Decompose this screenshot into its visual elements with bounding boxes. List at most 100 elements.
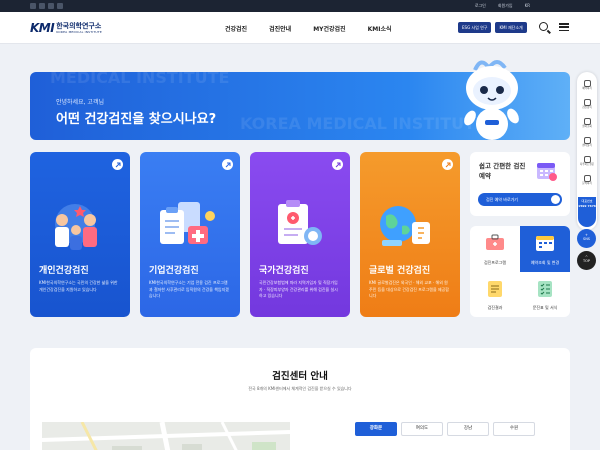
quick-menu-grid: 검진프로그램 예약조회 및 변경 검진결과 문진표 및 서식 [470,226,570,317]
logo-kmi: KMI [30,21,55,35]
naver-blog-icon[interactable] [30,3,36,9]
language-select[interactable]: KR [525,1,530,11]
quick-menu-questionnaire[interactable]: 문진표 및 서식 [520,272,570,318]
quick-menu-label: 검진프로그램 [483,259,507,265]
sidebar-item-label: 문의하기 [582,182,592,185]
sidebar-item-reserve[interactable]: 예약하기 [577,78,597,94]
card-title: 국가건강검진 [259,266,309,276]
search-icon[interactable] [539,22,548,31]
section-title: 검진센터 안내 [272,371,328,382]
sidebar-item-label: 센터찾기 [582,144,592,147]
nav-kmi-news[interactable]: KMI소식 [368,24,392,33]
center-guide-section: 검진센터 안내 전국 8개의 KMI센터에서 체계적인 검진을 받으실 수 있습… [30,348,570,450]
sidebar-item-checkup-items[interactable]: 검진항목 [577,97,597,113]
main-nav: 건강검진 검진안내 MY건강검진 KMI소식 [225,12,392,44]
foundation-button[interactable]: KMI 재단소개 [495,22,527,33]
top-utility-bar: 로그인 회원가입 KR [0,0,600,12]
quick-menu-label: 문진표 및 서식 [532,305,558,310]
medical-kit-icon [486,234,504,250]
reservation-box: 쉽고 간편한 검진예약 검진 예약 바로가기 [470,152,570,216]
list-icon [583,99,591,106]
quick-menu-checkup-result[interactable]: 검진결과 [470,272,520,318]
card-description: KMI 글로벌검진은 외국인 · 해외 교포 · 해외 원주민 등을 대상으로 … [369,280,449,298]
instagram-icon[interactable] [57,3,63,9]
hamburger-menu-icon[interactable] [559,23,569,31]
site-logo[interactable]: KMI 한국의학연구소 KOREA MEDICAL INSTITUTE [30,21,102,35]
card-title: 글로벌 건강검진 [369,266,431,276]
hero-greeting: 안녕하세요, 고객님 [56,99,104,106]
arrow-up-right-icon[interactable] [112,159,123,170]
hero-question: 어떤 건강검진을 찾으시나요? [56,112,217,127]
sidebar-item-label: 검진항목 [582,106,592,109]
arrow-up-right-icon[interactable] [222,159,233,170]
clipboard-illustration-icon [160,202,215,244]
nav-checkup-guide[interactable]: 검진안내 [269,24,291,33]
card-title: 기업건강검진 [149,266,199,276]
card-corporate-checkup[interactable]: 기업건강검진 KMI한국의학연구소는 기업 전용 검진 프로그램과 철저한 사후… [140,152,240,317]
calendar-icon [583,80,591,87]
medical-clipboard-illustration-icon [278,200,322,245]
sidebar-item-label: 예약하기 [582,87,592,90]
card-personal-checkup[interactable]: 개인건강검진 KMI한국의학연구소는 국민의 건강한 삶을 위한 개인건강검진을… [30,152,130,317]
tab-gwanghwamun[interactable]: 광화문 [355,422,397,436]
sidebar-item-results[interactable]: 결과조회 [577,116,597,132]
card-description: KMI한국의학연구소는 기업 전용 검진 프로그램과 철저한 사후관리로 임직원… [149,280,229,298]
globe-illustration-icon [380,206,430,246]
sns-links [30,3,63,9]
youtube-icon[interactable] [48,3,54,9]
phone-icon [583,175,591,182]
quick-menu-label: 검진결과 [487,305,503,310]
phone-number: 1599 7676 [578,204,596,208]
report-icon [488,280,502,297]
doctors-illustration-icon [55,204,97,250]
arrow-up-right-icon[interactable] [332,159,343,170]
arrow-right-icon [551,195,560,204]
center-tabs: 광화문 여의도 강남 수원 [355,422,535,436]
top-fab-label: TOP [582,259,590,263]
card-national-checkup[interactable]: 국가건강검진 국민건강보험법에 따라 지역가입자 및 직장가입자 · 직장피부양… [250,152,350,317]
sidebar-phone[interactable]: 대표번호 1599 7676 [578,197,596,227]
esg-button[interactable]: ESG 사업 연구 [458,22,492,33]
section-subtitle: 전국 8개의 KMI센터에서 체계적인 검진을 받으실 수 있습니다 [248,386,352,391]
nav-my-checkup[interactable]: MY건강검진 [313,24,345,33]
hero-bg-text: MEDICAL INSTITUTE [50,72,230,87]
reservation-title: 쉽고 간편한 검진예약 [479,162,526,180]
mascot-character-icon [464,60,519,140]
card-description: KMI한국의학연구소는 국민의 건강한 삶을 위한 개인건강검진을 지원하고 있… [39,280,118,292]
signup-link[interactable]: 회원가입 [498,1,513,11]
top-links: 로그인 회원가입 KR [475,1,530,11]
login-link[interactable]: 로그인 [475,1,486,11]
sns-fab-label: SNS [582,237,591,241]
sidebar-item-inquiry[interactable]: 문의하기 [577,173,597,189]
calendar-check-icon [537,163,557,181]
document-icon [583,118,591,125]
sns-fab-button[interactable]: + SNS [577,229,596,248]
location-pin-icon [583,137,591,144]
reservation-button[interactable]: 검진 예약 바로가기 [478,193,562,206]
checklist-icon [538,280,552,297]
center-map[interactable] [42,422,290,450]
logo-english-name: KOREA MEDICAL INSTITUTE [56,30,102,34]
calendar-icon [536,236,554,251]
nav-health-checkup[interactable]: 건강검진 [225,24,247,33]
tab-gangnam[interactable]: 강남 [447,422,489,436]
sidebar-item-label: 자주하는질문 [579,163,595,166]
tab-suwon[interactable]: 수원 [493,422,535,436]
card-description: 국민건강보험법에 따라 지역가입자 및 직장가입자 · 직장피부양자 건강관리를… [259,280,338,298]
quick-menu-label: 예약조회 및 변경 [530,259,560,265]
quick-menu-checkup-program[interactable]: 검진프로그램 [470,226,520,272]
logo-korean-name: 한국의학연구소 [56,22,102,30]
hero-bg-text: KOREA MEDICAL INSTITUTE [240,114,486,133]
sidebar-item-label: 결과조회 [582,125,592,128]
site-header: KMI 한국의학연구소 KOREA MEDICAL INSTITUTE 건강검진… [0,12,600,44]
arrow-up-right-icon[interactable] [442,159,453,170]
reservation-button-label: 검진 예약 바로가기 [486,197,518,202]
question-icon [583,156,591,163]
tab-yeouido[interactable]: 여의도 [401,422,443,436]
sidebar-item-faq[interactable]: 자주하는질문 [577,154,597,170]
scroll-top-button[interactable]: ^ TOP [577,251,596,270]
facebook-icon[interactable] [39,3,45,9]
sidebar-item-find-center[interactable]: 센터찾기 [577,135,597,151]
card-global-checkup[interactable]: 글로벌 건강검진 KMI 글로벌검진은 외국인 · 해외 교포 · 해외 원주민… [360,152,460,317]
quick-menu-reservation-lookup[interactable]: 예약조회 및 변경 [520,226,570,272]
